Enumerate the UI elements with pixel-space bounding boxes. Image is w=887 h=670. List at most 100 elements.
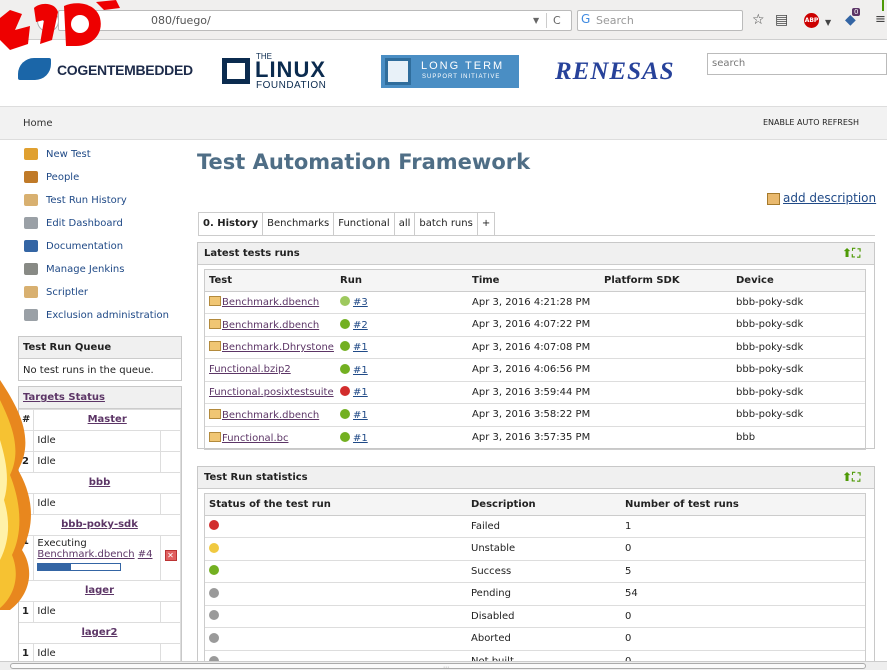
sidebar-item-label: New Test [46,149,91,160]
executing-job-link[interactable]: Benchmark.dbench [37,549,134,560]
tab-all[interactable]: all [394,212,416,236]
adblock-icon[interactable]: ABP [804,13,819,28]
target-group-name[interactable]: lager [19,580,181,602]
test-link[interactable]: Functional.posixtestsuite [209,387,334,398]
browser-search-input[interactable]: G Search [577,10,743,31]
status-description: Success [467,559,621,583]
sidebar-item-test-run-history[interactable]: Test Run History [22,191,182,214]
scrollbar-thumb[interactable]: ⋯ [10,663,866,670]
status-description: Pending [467,582,621,605]
table-row: Success 5 [205,559,865,583]
build-status-ball-icon [340,386,350,397]
sidebar-item-manage-jenkins[interactable]: Manage Jenkins [22,260,182,283]
renesas-logo: RENESAS [555,58,675,85]
test-link[interactable]: Benchmark.dbench [222,410,319,421]
target-row: Idle [19,430,181,452]
bookmark-star-icon[interactable]: ☆ [752,11,765,29]
add-description-link[interactable]: add description [767,191,876,205]
ltsi-logo: LONG TERM SUPPORT INITIATIVE [381,55,519,88]
browser-window: { "browser": { "url": "localhost:8080/fu… [0,0,887,670]
sidebar-item-new-test[interactable]: New Test [22,145,182,168]
sidebar-item-exclusion-administration[interactable]: Exclusion administration [22,306,182,329]
run-link[interactable]: #1 [353,410,368,421]
target-group-name[interactable]: Master [33,409,181,431]
sidebar-item-edit-dashboard[interactable]: Edit Dashboard [22,214,182,237]
test-notepad-icon [209,431,221,442]
target-group-name[interactable]: bbb [19,472,181,494]
status-description: Aborted [467,627,621,650]
tab-batch-runs[interactable]: batch runs [415,212,478,236]
run-statistics-section: Test Run statistics ⬆⛶ Status of the tes… [197,466,875,670]
build-status-ball-icon [340,431,350,442]
tab-benchmarks[interactable]: Benchmarks [263,212,335,236]
targets-status-panel: Targets Status #MasterIdle2Idlebbb1Idleb… [18,386,182,670]
sidebar-item-scriptler[interactable]: Scriptler [22,283,182,306]
status-ball-icon [209,565,219,576]
status-count: 0 [621,537,865,560]
flame-decoration-icon [0,380,31,610]
targets-title[interactable]: Targets Status [19,387,181,409]
sidebar-item-label: Exclusion administration [46,310,169,321]
tab-0-history[interactable]: 0. History [198,212,264,236]
reload-icon[interactable]: C [553,11,561,30]
run-link[interactable]: #1 [353,433,368,444]
test-notepad-icon [209,296,221,307]
test-link[interactable]: Benchmark.dbench [222,320,319,331]
breadcrumb: Home ENABLE AUTO REFRESH [0,106,887,140]
test-link[interactable]: Benchmark.Dhrystone [222,342,334,353]
target-group-name[interactable]: bbb-poky-sdk [19,514,181,536]
run-time: Apr 3, 2016 3:58:22 PM [468,403,600,426]
device: bbb-poky-sdk [732,335,865,359]
site-search-input[interactable]: search [707,53,887,75]
latest-col-header: Platform SDK [600,270,732,292]
tabs-divider [198,235,875,236]
run-time: Apr 3, 2016 3:59:44 PM [468,380,600,404]
status-count: 1 [621,514,865,538]
ltsi-line1: LONG TERM [421,60,505,72]
tab-add[interactable]: + [477,212,496,236]
url-dropdown-icon[interactable]: ▼ [533,11,539,30]
sidebar-item-label: Documentation [46,241,124,252]
sidebar-item-people[interactable]: People [22,168,182,191]
table-row: Functional.bzip2 #1 Apr 3, 2016 4:06:56 PM… [205,358,865,381]
status-count: 0 [621,604,865,628]
edit-notepad-icon [767,193,780,205]
url-bar[interactable]: 080/fuego/ ▼ C [58,10,572,31]
test-notepad-icon [209,318,221,329]
run-statistics-table: Status of the test run Description Number … [205,494,865,670]
run-link[interactable]: #1 [353,365,368,376]
breadcrumb-home[interactable]: Home [23,118,53,129]
table-row: Functional.bc #1 Apr 3, 2016 3:57:35 PM bbb [205,425,865,449]
stats-col-header: Number of test runs [621,494,865,516]
browser-toolbar: ← 080/fuego/ ▼ C G Search ☆ ▤ ABP ▼ ◆ 0 … [0,0,887,40]
queue-title[interactable]: Test Run Queue [19,337,181,359]
table-row: Unstable 0 [205,537,865,560]
run-link[interactable]: #3 [353,297,368,308]
target-group-name[interactable]: lager2 [19,622,181,644]
page-title: Test Automation Framework [197,150,531,174]
run-link[interactable]: #1 [353,342,368,353]
test-link[interactable]: Benchmark.dbench [222,297,319,308]
build-status-ball-icon [340,408,350,419]
enable-auto-refresh-link[interactable]: ENABLE AUTO REFRESH [763,118,859,127]
cancel-build-button[interactable]: ✕ [164,550,177,561]
table-row: Failed 1 [205,514,865,538]
executing-build-link[interactable]: #4 [138,549,153,560]
table-row: Benchmark.dbench #2 Apr 3, 2016 4:07:22 PM… [205,313,865,336]
expand-icon[interactable]: ⬆⛶ [842,470,866,484]
expand-icon[interactable]: ⬆⛶ [842,246,866,260]
horizontal-scrollbar[interactable]: ⋯ [0,661,887,670]
menu-icon[interactable]: ≡ [875,11,886,29]
lf-linux-text: LINUX [255,57,326,82]
scroll-grip-icon: ⋯ [443,664,449,670]
test-link[interactable]: Functional.bc [222,433,288,444]
run-statistics-header: Test Run statistics ⬆⛶ [198,467,874,489]
run-link[interactable]: #2 [353,320,368,331]
sidebar-item-documentation[interactable]: Documentation [22,237,182,260]
run-link[interactable]: #1 [353,387,368,398]
tab-functional[interactable]: Functional [334,212,395,236]
build-status-ball-icon [340,341,350,352]
reading-list-icon[interactable]: ▤ [775,11,788,29]
adblock-dropdown-icon[interactable]: ▼ [825,14,831,32]
test-link[interactable]: Functional.bzip2 [209,364,291,375]
